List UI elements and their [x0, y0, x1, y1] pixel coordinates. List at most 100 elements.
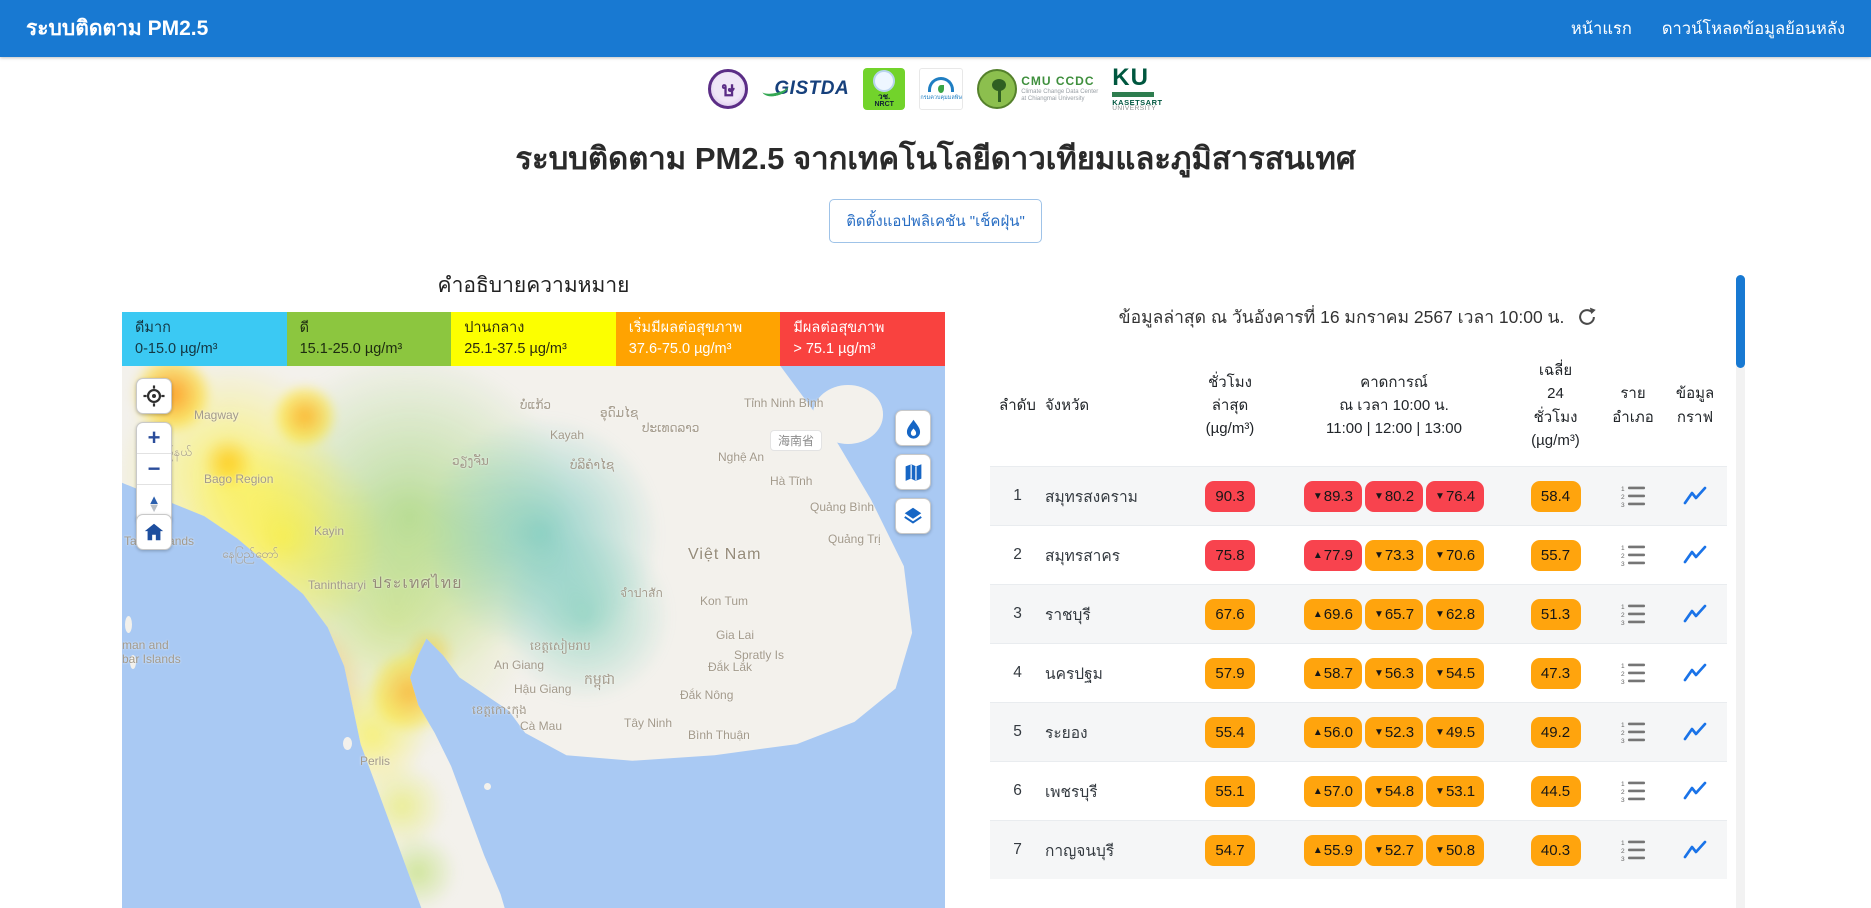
svg-text:3: 3 [1621, 797, 1625, 803]
table-scrollbar[interactable] [1736, 275, 1745, 908]
forecast-badge: ▼70.6 [1426, 540, 1484, 571]
pm25-badge: 67.6 [1205, 599, 1255, 630]
graph-data-button[interactable] [1683, 839, 1708, 861]
map[interactable]: Magwayခိုင်ပြည်နယ်Bago Regionနေပြည်တော်K… [122, 366, 945, 908]
forecast-cell: ▲58.7▼56.3▼54.5 [1280, 658, 1508, 689]
map-label: Đắk Nông [680, 688, 733, 702]
district-list-button[interactable]: 123 [1620, 484, 1646, 508]
layers-icon [902, 505, 924, 527]
pm25-badge: 58.4 [1531, 481, 1581, 512]
line-chart-icon [1683, 485, 1708, 507]
district-list-button[interactable]: 123 [1620, 838, 1646, 862]
basemap-button[interactable] [895, 454, 931, 490]
legend-range: 15.1-25.0 µg/m³ [300, 339, 439, 360]
pm25-value: 50.8 [1446, 842, 1475, 859]
province-cell: สมุทรสงคราม [1045, 484, 1180, 509]
rank-cell: 7 [990, 841, 1045, 859]
pcd-emblem-icon: กรมควบคุมมลพิษ [919, 68, 963, 110]
map-label: Spratly Is [734, 648, 784, 662]
down-trend-icon: ▼ [1374, 727, 1384, 738]
graph-data-button[interactable] [1683, 662, 1708, 684]
ku-logo[interactable]: KU KASETSART UNIVERSITY [1112, 66, 1162, 113]
svg-text:2: 2 [1621, 730, 1625, 737]
rank-cell: 3 [990, 605, 1045, 623]
forecast-badge: ▼76.4 [1426, 481, 1484, 512]
legend-range: 0-15.0 µg/m³ [135, 339, 274, 360]
gistda-logo[interactable]: GISTDA [762, 78, 849, 100]
graph-data-button[interactable] [1683, 780, 1708, 802]
pm25-badge: 47.3 [1531, 658, 1581, 689]
pm25-value: 40.3 [1541, 842, 1570, 859]
svg-text:2: 2 [1621, 612, 1625, 619]
pm25-value: 55.9 [1324, 842, 1353, 859]
locate-me-button[interactable] [136, 378, 172, 414]
graph-data-button[interactable] [1683, 544, 1708, 566]
forecast-badge: ▼54.5 [1426, 658, 1484, 689]
forecast-badge: ▼53.1 [1426, 776, 1484, 807]
logos-row: ษ GISTDA วช. NRCT กรมควบคุมมลพิษ CMU CCD… [0, 63, 1871, 115]
graph-data-button[interactable] [1683, 721, 1708, 743]
main-columns: คำอธิบายความหมาย ดีมาก0-15.0 µg/m³ดี15.1… [122, 269, 1871, 908]
cmu-texts: CMU CCDC Climate Change Data Center at C… [1021, 75, 1098, 103]
install-app-button[interactable]: ติดตั้งแอปพลิเคชัน "เช็คฝุ่น" [829, 199, 1042, 243]
hotspot-layer-button[interactable] [895, 410, 931, 446]
pcd-arch-icon [928, 77, 954, 92]
map-home-button[interactable] [136, 514, 172, 550]
refresh-icon[interactable] [1576, 306, 1598, 328]
forecast-cell: ▲56.0▼52.3▼49.5 [1280, 717, 1508, 748]
folded-map-icon [903, 462, 924, 483]
district-cell: 123 [1603, 720, 1663, 744]
nav-download-history[interactable]: ดาวน์โหลดข้อมูลย้อนหลัง [1662, 16, 1845, 42]
district-list-button[interactable]: 123 [1620, 720, 1646, 744]
down-trend-icon: ▼ [1374, 491, 1384, 502]
nav-home[interactable]: หน้าแรก [1571, 16, 1632, 42]
zoom-control: + − ▲ ▼ [136, 422, 172, 524]
forecast-cell: ▲77.9▼73.3▼70.6 [1280, 540, 1508, 571]
layers-button[interactable] [895, 498, 931, 534]
table-row: 3ราชบุรี67.6▲69.6▼65.7▼62.851.3123 [990, 584, 1727, 643]
pcd-logo[interactable]: กรมควบคุมมลพิษ [919, 68, 963, 110]
map-label: Bago Region [204, 472, 273, 486]
forecast-badge: ▲55.9 [1304, 835, 1362, 866]
pm25-value: 57.9 [1215, 665, 1244, 682]
zoom-in-button[interactable]: + [137, 423, 171, 454]
navbar: ระบบติดตาม PM2.5 หน้าแรก ดาวน์โหลดข้อมูลย… [0, 0, 1871, 57]
district-list-button[interactable]: 123 [1620, 543, 1646, 567]
cmu-ccdc-logo[interactable]: CMU CCDC Climate Change Data Center at C… [977, 69, 1098, 109]
avg24-cell: 47.3 [1508, 658, 1603, 689]
map-label: Gia Lai [716, 628, 754, 642]
pm25-value: 70.6 [1446, 547, 1475, 564]
graph-data-button[interactable] [1683, 603, 1708, 625]
forecast-badge: ▼73.3 [1365, 540, 1423, 571]
map-island [125, 616, 132, 633]
legend-range: 37.6-75.0 µg/m³ [629, 339, 768, 360]
map-label: ประเทศไทย [372, 571, 462, 596]
district-list-button[interactable]: 123 [1620, 661, 1646, 685]
table-header-cell: ชั่วโมง ล่าสุด (µg/m³) [1180, 371, 1280, 441]
down-trend-icon: ▼ [1435, 845, 1445, 856]
svg-text:2: 2 [1621, 671, 1625, 678]
scrollbar-thumb[interactable] [1736, 275, 1745, 368]
map-label: ວຽງຈັນ [452, 454, 489, 468]
graph-data-button[interactable] [1683, 485, 1708, 507]
map-label: ខេត្តកោះកុង [472, 702, 527, 720]
map-label: ບໍລິຄຳໄຊ [570, 458, 614, 472]
district-list-button[interactable]: 123 [1620, 779, 1646, 803]
nrct-logo[interactable]: วช. NRCT [863, 68, 905, 110]
svg-text:1: 1 [1621, 722, 1625, 729]
zoom-out-button[interactable]: − [137, 454, 171, 485]
navbar-brand[interactable]: ระบบติดตาม PM2.5 [26, 12, 208, 45]
district-list-button[interactable]: 123 [1620, 602, 1646, 626]
pm25-value: 54.8 [1385, 783, 1414, 800]
legend-bar: ดีมาก0-15.0 µg/m³ดี15.1-25.0 µg/m³ปานกลา… [122, 312, 945, 366]
line-chart-icon [1683, 780, 1708, 802]
forecast-badge: ▼54.8 [1365, 776, 1423, 807]
mhesi-logo[interactable]: ษ [708, 69, 748, 109]
rank-cell: 2 [990, 546, 1045, 564]
map-label: Magway [194, 408, 239, 422]
graph-cell [1663, 662, 1727, 684]
down-trend-icon: ▼ [1435, 668, 1445, 679]
rank-cell: 5 [990, 723, 1045, 741]
line-chart-icon [1683, 662, 1708, 684]
pm25-badge: 55.7 [1531, 540, 1581, 571]
